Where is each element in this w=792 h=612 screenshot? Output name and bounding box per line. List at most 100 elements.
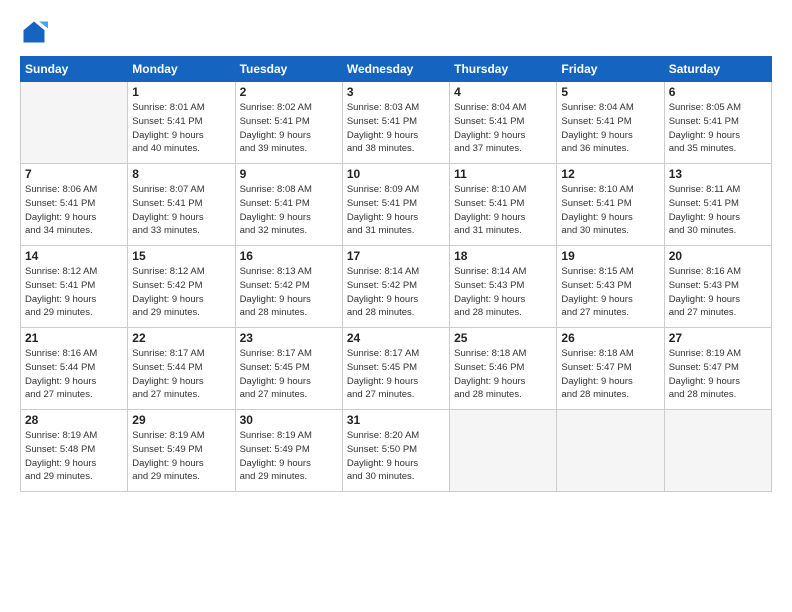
day-info: Sunrise: 8:19 AM Sunset: 5:47 PM Dayligh… <box>669 347 767 402</box>
day-info: Sunrise: 8:08 AM Sunset: 5:41 PM Dayligh… <box>240 183 338 238</box>
day-number: 4 <box>454 85 552 99</box>
day-info: Sunrise: 8:05 AM Sunset: 5:41 PM Dayligh… <box>669 101 767 156</box>
day-info: Sunrise: 8:18 AM Sunset: 5:47 PM Dayligh… <box>561 347 659 402</box>
week-row-1: 1Sunrise: 8:01 AM Sunset: 5:41 PM Daylig… <box>21 82 772 164</box>
calendar-cell: 28 Sunrise: 8:19 AM Sunset: 5:48 PM Dayli… <box>21 410 128 492</box>
weekday-wednesday: Wednesday <box>342 57 449 82</box>
day-number: 15 <box>132 249 230 263</box>
weekday-friday: Friday <box>557 57 664 82</box>
calendar-cell: 24Sunrise: 8:17 AM Sunset: 5:45 PM Dayli… <box>342 328 449 410</box>
day-number: 23 <box>240 331 338 345</box>
day-info: Sunrise: 8:12 AM Sunset: 5:42 PM Dayligh… <box>132 265 230 320</box>
calendar-cell: 16 Sunrise: 8:13 AM Sunset: 5:42 PM Dayli… <box>235 246 342 328</box>
calendar-cell: 17Sunrise: 8:14 AM Sunset: 5:42 PM Dayli… <box>342 246 449 328</box>
weekday-monday: Monday <box>128 57 235 82</box>
calendar-cell: 4 Sunrise: 8:04 AM Sunset: 5:41 PM Daylig… <box>450 82 557 164</box>
day-number: 10 <box>347 167 445 181</box>
day-info: Sunrise: 8:16 AM Sunset: 5:44 PM Dayligh… <box>25 347 123 402</box>
week-row-5: 28 Sunrise: 8:19 AM Sunset: 5:48 PM Dayli… <box>21 410 772 492</box>
day-number: 28 <box>25 413 123 427</box>
weekday-sunday: Sunday <box>21 57 128 82</box>
calendar-cell: 20 Sunrise: 8:16 AM Sunset: 5:43 PM Dayli… <box>664 246 771 328</box>
calendar-cell: 15 Sunrise: 8:12 AM Sunset: 5:42 PM Dayli… <box>128 246 235 328</box>
day-number: 21 <box>25 331 123 345</box>
day-info: Sunrise: 8:20 AM Sunset: 5:50 PM Dayligh… <box>347 429 445 484</box>
calendar-cell: 5 Sunrise: 8:04 AM Sunset: 5:41 PM Daylig… <box>557 82 664 164</box>
day-number: 3 <box>347 85 445 99</box>
day-info: Sunrise: 8:19 AM Sunset: 5:49 PM Dayligh… <box>240 429 338 484</box>
day-number: 9 <box>240 167 338 181</box>
day-number: 8 <box>132 167 230 181</box>
day-info: Sunrise: 8:04 AM Sunset: 5:41 PM Dayligh… <box>454 101 552 156</box>
day-info: Sunrise: 8:07 AM Sunset: 5:41 PM Dayligh… <box>132 183 230 238</box>
day-number: 18 <box>454 249 552 263</box>
logo-icon <box>20 18 48 46</box>
day-info: Sunrise: 8:18 AM Sunset: 5:46 PM Dayligh… <box>454 347 552 402</box>
day-info: Sunrise: 8:10 AM Sunset: 5:41 PM Dayligh… <box>561 183 659 238</box>
day-number: 31 <box>347 413 445 427</box>
day-info: Sunrise: 8:14 AM Sunset: 5:43 PM Dayligh… <box>454 265 552 320</box>
day-number: 25 <box>454 331 552 345</box>
day-number: 20 <box>669 249 767 263</box>
calendar-cell <box>664 410 771 492</box>
day-info: Sunrise: 8:03 AM Sunset: 5:41 PM Dayligh… <box>347 101 445 156</box>
day-number: 7 <box>25 167 123 181</box>
day-number: 14 <box>25 249 123 263</box>
day-number: 6 <box>669 85 767 99</box>
day-number: 1 <box>132 85 230 99</box>
calendar-cell: 3 Sunrise: 8:03 AM Sunset: 5:41 PM Daylig… <box>342 82 449 164</box>
weekday-tuesday: Tuesday <box>235 57 342 82</box>
week-row-4: 21 Sunrise: 8:16 AM Sunset: 5:44 PM Dayli… <box>21 328 772 410</box>
day-number: 16 <box>240 249 338 263</box>
calendar-cell: 11 Sunrise: 8:10 AM Sunset: 5:41 PM Dayli… <box>450 164 557 246</box>
calendar-cell: 21 Sunrise: 8:16 AM Sunset: 5:44 PM Dayli… <box>21 328 128 410</box>
calendar-cell: 6 Sunrise: 8:05 AM Sunset: 5:41 PM Daylig… <box>664 82 771 164</box>
calendar-cell: 19Sunrise: 8:15 AM Sunset: 5:43 PM Dayli… <box>557 246 664 328</box>
week-row-2: 7 Sunrise: 8:06 AM Sunset: 5:41 PM Daylig… <box>21 164 772 246</box>
calendar-cell: 23 Sunrise: 8:17 AM Sunset: 5:45 PM Dayli… <box>235 328 342 410</box>
calendar-cell: 30 Sunrise: 8:19 AM Sunset: 5:49 PM Dayli… <box>235 410 342 492</box>
calendar-cell <box>450 410 557 492</box>
day-number: 17 <box>347 249 445 263</box>
calendar-cell: 1Sunrise: 8:01 AM Sunset: 5:41 PM Daylig… <box>128 82 235 164</box>
day-number: 29 <box>132 413 230 427</box>
day-number: 12 <box>561 167 659 181</box>
day-info: Sunrise: 8:06 AM Sunset: 5:41 PM Dayligh… <box>25 183 123 238</box>
day-info: Sunrise: 8:04 AM Sunset: 5:41 PM Dayligh… <box>561 101 659 156</box>
day-number: 27 <box>669 331 767 345</box>
day-info: Sunrise: 8:11 AM Sunset: 5:41 PM Dayligh… <box>669 183 767 238</box>
day-info: Sunrise: 8:16 AM Sunset: 5:43 PM Dayligh… <box>669 265 767 320</box>
day-info: Sunrise: 8:19 AM Sunset: 5:48 PM Dayligh… <box>25 429 123 484</box>
day-number: 13 <box>669 167 767 181</box>
day-number: 22 <box>132 331 230 345</box>
day-number: 2 <box>240 85 338 99</box>
calendar-cell: 31 Sunrise: 8:20 AM Sunset: 5:50 PM Dayli… <box>342 410 449 492</box>
day-info: Sunrise: 8:10 AM Sunset: 5:41 PM Dayligh… <box>454 183 552 238</box>
calendar-cell: 26Sunrise: 8:18 AM Sunset: 5:47 PM Dayli… <box>557 328 664 410</box>
day-info: Sunrise: 8:09 AM Sunset: 5:41 PM Dayligh… <box>347 183 445 238</box>
calendar-cell: 14 Sunrise: 8:12 AM Sunset: 5:41 PM Dayli… <box>21 246 128 328</box>
calendar-table: SundayMondayTuesdayWednesdayThursdayFrid… <box>20 56 772 492</box>
calendar-cell: 13 Sunrise: 8:11 AM Sunset: 5:41 PM Dayli… <box>664 164 771 246</box>
day-info: Sunrise: 8:12 AM Sunset: 5:41 PM Dayligh… <box>25 265 123 320</box>
weekday-header-row: SundayMondayTuesdayWednesdayThursdayFrid… <box>21 57 772 82</box>
calendar-cell: 25 Sunrise: 8:18 AM Sunset: 5:46 PM Dayli… <box>450 328 557 410</box>
day-info: Sunrise: 8:02 AM Sunset: 5:41 PM Dayligh… <box>240 101 338 156</box>
day-number: 24 <box>347 331 445 345</box>
calendar-cell: 29Sunrise: 8:19 AM Sunset: 5:49 PM Dayli… <box>128 410 235 492</box>
logo <box>20 18 52 46</box>
calendar-cell: 10 Sunrise: 8:09 AM Sunset: 5:41 PM Dayli… <box>342 164 449 246</box>
week-row-3: 14 Sunrise: 8:12 AM Sunset: 5:41 PM Dayli… <box>21 246 772 328</box>
day-number: 11 <box>454 167 552 181</box>
calendar-cell <box>557 410 664 492</box>
day-info: Sunrise: 8:17 AM Sunset: 5:45 PM Dayligh… <box>240 347 338 402</box>
day-info: Sunrise: 8:13 AM Sunset: 5:42 PM Dayligh… <box>240 265 338 320</box>
calendar-cell: 18 Sunrise: 8:14 AM Sunset: 5:43 PM Dayli… <box>450 246 557 328</box>
day-number: 5 <box>561 85 659 99</box>
weekday-thursday: Thursday <box>450 57 557 82</box>
page: SundayMondayTuesdayWednesdayThursdayFrid… <box>0 0 792 612</box>
calendar-cell: 2 Sunrise: 8:02 AM Sunset: 5:41 PM Daylig… <box>235 82 342 164</box>
day-number: 30 <box>240 413 338 427</box>
calendar-cell: 8 Sunrise: 8:07 AM Sunset: 5:41 PM Daylig… <box>128 164 235 246</box>
day-info: Sunrise: 8:17 AM Sunset: 5:44 PM Dayligh… <box>132 347 230 402</box>
